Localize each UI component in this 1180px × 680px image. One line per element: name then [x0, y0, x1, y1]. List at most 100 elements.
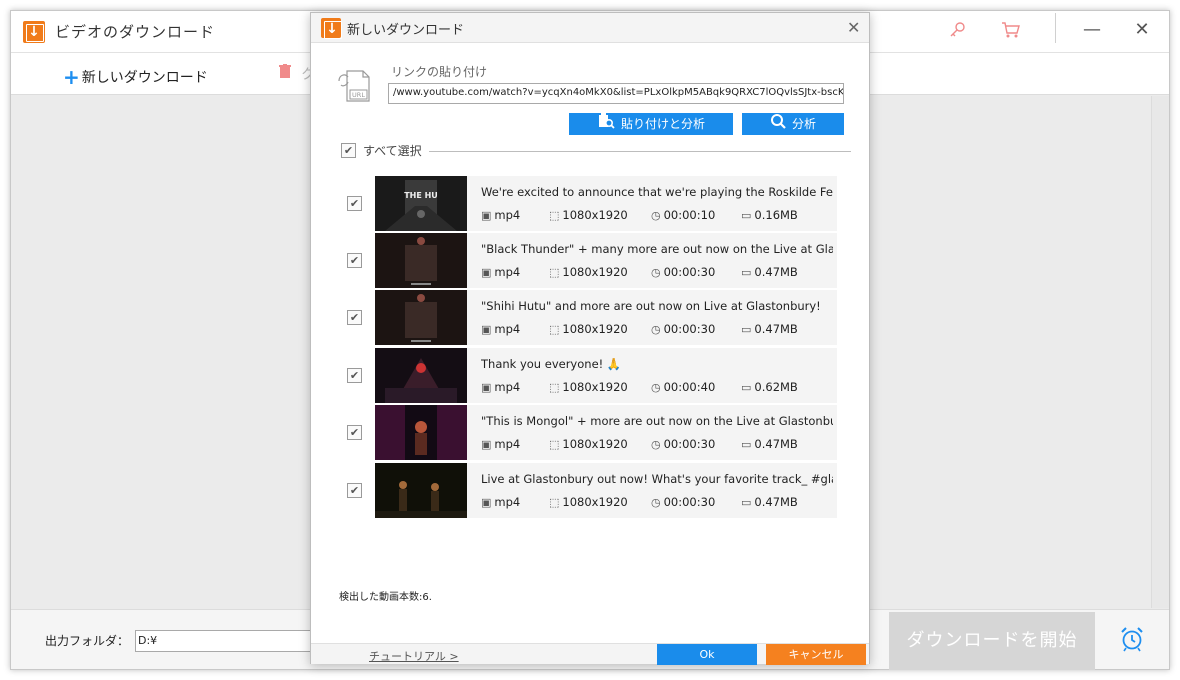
- video-checkbox[interactable]: ✔: [347, 483, 362, 498]
- film-icon: ▣: [481, 438, 492, 451]
- folder-icon: ▭: [741, 209, 752, 222]
- clock-icon: ◷: [651, 266, 661, 279]
- video-checkbox[interactable]: ✔: [347, 310, 362, 325]
- video-checkbox[interactable]: ✔: [347, 368, 362, 383]
- svg-text:THE HU: THE HU: [404, 191, 438, 200]
- main-scrollbar[interactable]: [1151, 96, 1169, 608]
- new-download-dialog: 新しいダウンロード ✕ URL リンクの貼り付け /www.youtube.co…: [310, 12, 870, 665]
- folder-icon: ▭: [741, 266, 752, 279]
- film-icon: ▣: [481, 323, 492, 336]
- video-title: "Shihi Hutu" and more are out now on Liv…: [481, 299, 821, 313]
- video-thumbnail: [375, 233, 467, 288]
- resolution-icon: ⬚: [549, 381, 560, 394]
- video-title: "Black Thunder" + many more are out now …: [481, 242, 833, 256]
- video-row[interactable]: "Black Thunder" + many more are out now …: [375, 233, 837, 288]
- select-all-checkbox[interactable]: ✔: [341, 143, 356, 158]
- url-file-icon: URL: [337, 65, 371, 103]
- clock-icon: ◷: [651, 496, 661, 509]
- cancel-button[interactable]: キャンセル: [766, 644, 866, 665]
- app-logo-icon: [23, 21, 45, 43]
- resolution-icon: ⬚: [549, 496, 560, 509]
- video-row[interactable]: Live at Glastonbury out now! What's your…: [375, 463, 837, 518]
- video-thumbnail: [375, 290, 467, 345]
- video-duration: 00:00:30: [663, 495, 716, 509]
- film-icon: ▣: [481, 266, 492, 279]
- cart-icon[interactable]: [1001, 21, 1021, 44]
- video-title: "This is Mongol" + more are out now on t…: [481, 414, 833, 428]
- video-title: We're excited to announce that we're pla…: [481, 185, 833, 199]
- video-format: mp4: [494, 437, 521, 451]
- clock-icon: ◷: [651, 323, 661, 336]
- video-format: mp4: [494, 495, 521, 509]
- video-size: 0.47MB: [754, 495, 798, 509]
- app-logo-icon: [321, 18, 343, 39]
- video-duration: 00:00:30: [663, 265, 716, 279]
- dialog-title: 新しいダウンロード: [347, 23, 465, 38]
- video-duration: 00:00:40: [663, 380, 716, 394]
- video-thumbnail: [375, 463, 467, 518]
- url-input[interactable]: /www.youtube.com/watch?v=ycqXn4oMkX0&lis…: [388, 83, 844, 104]
- video-row[interactable]: "Shihi Hutu" and more are out now on Liv…: [375, 290, 837, 345]
- new-download-label: 新しいダウンロード: [81, 70, 208, 86]
- video-resolution: 1080x1920: [562, 208, 628, 222]
- close-icon[interactable]: ✕: [1127, 19, 1157, 43]
- dialog-close-icon[interactable]: ✕: [847, 18, 860, 37]
- film-icon: ▣: [481, 381, 492, 394]
- video-resolution: 1080x1920: [562, 495, 628, 509]
- video-thumbnail: THE HU: [375, 176, 467, 231]
- video-title: Live at Glastonbury out now! What's your…: [481, 472, 833, 486]
- select-all-label: すべて選択: [363, 144, 422, 158]
- resolution-icon: ⬚: [549, 209, 560, 222]
- video-row[interactable]: Thank you everyone! 🙏 ▣ mp4 ⬚ 1080x1920 ◷ 0…: [375, 348, 837, 403]
- main-window-title: ビデオのダウンロード: [55, 23, 216, 41]
- folder-icon: ▭: [741, 496, 752, 509]
- video-format: mp4: [494, 265, 521, 279]
- new-download-button[interactable]: + 新しいダウンロード: [63, 63, 208, 89]
- search-icon: [770, 113, 786, 136]
- video-size: 0.47MB: [754, 437, 798, 451]
- resolution-icon: ⬚: [549, 266, 560, 279]
- video-duration: 00:00:30: [663, 322, 716, 336]
- resolution-icon: ⬚: [549, 438, 560, 451]
- video-checkbox[interactable]: ✔: [347, 196, 362, 211]
- video-size: 0.47MB: [754, 322, 798, 336]
- video-duration: 00:00:30: [663, 437, 716, 451]
- paste-and-analyze-button[interactable]: 貼り付けと分析: [569, 113, 733, 135]
- alarm-clock-icon[interactable]: [1119, 626, 1145, 652]
- video-checkbox[interactable]: ✔: [347, 425, 362, 440]
- clock-icon: ◷: [651, 381, 661, 394]
- video-format: mp4: [494, 380, 521, 394]
- video-format: mp4: [494, 208, 521, 222]
- video-checkbox[interactable]: ✔: [347, 253, 362, 268]
- folder-icon: ▭: [741, 381, 752, 394]
- ok-button[interactable]: Ok: [657, 644, 757, 665]
- paste-link-label: リンクの貼り付け: [391, 65, 488, 79]
- trash-icon[interactable]: [279, 64, 291, 82]
- detected-count-label: 検出した動画本数:6.: [339, 592, 432, 603]
- folder-icon: ▭: [741, 438, 752, 451]
- clipboard-search-icon: [597, 113, 615, 136]
- video-resolution: 1080x1920: [562, 265, 628, 279]
- dialog-footer: チュートリアル > Ok キャンセル: [311, 643, 869, 665]
- dialog-titlebar: 新しいダウンロード ✕: [311, 13, 869, 43]
- video-row[interactable]: "This is Mongol" + more are out now on t…: [375, 405, 837, 460]
- key-icon[interactable]: [949, 21, 967, 44]
- video-title: Thank you everyone! 🙏: [481, 357, 622, 371]
- resolution-icon: ⬚: [549, 323, 560, 336]
- tutorial-link[interactable]: チュートリアル >: [369, 648, 459, 664]
- paste-and-analyze-label: 貼り付けと分析: [620, 117, 705, 131]
- video-size: 0.47MB: [754, 265, 798, 279]
- video-resolution: 1080x1920: [562, 322, 628, 336]
- video-thumbnail: [375, 405, 467, 460]
- film-icon: ▣: [481, 209, 492, 222]
- analyze-button[interactable]: 分析: [742, 113, 844, 135]
- plus-icon: +: [63, 65, 80, 89]
- video-resolution: 1080x1920: [562, 380, 628, 394]
- minimize-icon[interactable]: —: [1077, 19, 1107, 43]
- video-size: 0.16MB: [754, 208, 798, 222]
- output-folder-field[interactable]: D:¥: [135, 630, 315, 652]
- folder-icon: ▭: [741, 323, 752, 336]
- video-row[interactable]: THE HU We're excited to announce that we…: [375, 176, 837, 231]
- analyze-label: 分析: [791, 117, 816, 131]
- start-download-button[interactable]: ダウンロードを開始: [889, 612, 1095, 670]
